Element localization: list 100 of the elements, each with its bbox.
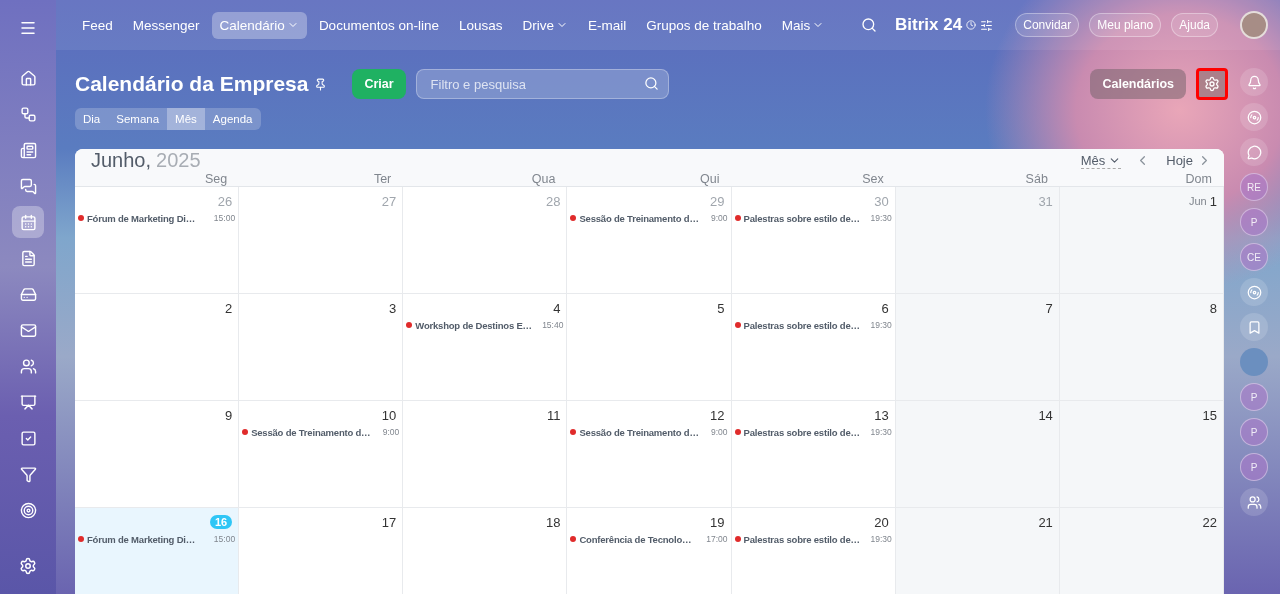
nav-tab[interactable]: E-mail (580, 11, 635, 39)
day-number: 26 (217, 193, 233, 209)
day-number: 9 (224, 407, 233, 423)
event-title[interactable]: Fórum de Marketing Di… (87, 533, 196, 545)
day-number: 6 (881, 300, 889, 316)
event-time: 9:00 (711, 427, 728, 437)
day-number: 14 (1038, 407, 1053, 423)
event-time: 19:30 (870, 320, 892, 330)
calendars-button[interactable]: Calendários (1090, 69, 1186, 99)
sidebar-item[interactable] (12, 206, 44, 238)
user-avatar[interactable] (1240, 11, 1268, 39)
search-icon[interactable] (861, 17, 878, 33)
checkbox-icon (19, 429, 37, 447)
view-select[interactable]: Mês (1080, 152, 1122, 169)
chat-icon (1246, 144, 1262, 160)
day-cell[interactable]: 26 Fórum de Marketing Di… 15:00 (75, 187, 240, 294)
settings-icon (19, 557, 37, 575)
day-cell[interactable]: 4 Workshop de Destinos E… 15:40 (403, 294, 568, 401)
sidebar-button[interactable] (1240, 68, 1268, 96)
nav-tab[interactable]: Lousas (450, 11, 511, 39)
event-title[interactable]: Fórum de Marketing Di… (87, 212, 196, 224)
page-title: Calendário da Empresa (75, 72, 309, 96)
day-number: 10 (381, 407, 397, 423)
day-number: 18 (545, 514, 561, 530)
day-cell[interactable]: 5 (567, 294, 732, 401)
today-badge: 16 (209, 515, 233, 529)
workflow-icon (19, 105, 37, 123)
day-number: 20 (874, 514, 889, 530)
clock-icon (966, 20, 977, 30)
settings-button[interactable] (1196, 68, 1228, 100)
drive-icon (19, 285, 37, 303)
event-title[interactable]: Palestras sobre estilo de… (743, 319, 860, 331)
bell-icon (1246, 74, 1262, 90)
day-number: 27 (381, 193, 397, 209)
event-time: 15:00 (213, 534, 236, 544)
day-cell[interactable]: 3 (239, 294, 404, 401)
target-icon (19, 501, 37, 519)
day-cell[interactable]: 11 (403, 401, 568, 508)
day-number: 19 (710, 514, 725, 530)
event-time: 17:00 (706, 534, 728, 544)
day-number: 22 (1202, 514, 1217, 530)
event-title[interactable]: Conferência de Tecnolo… (579, 533, 692, 545)
day-cell[interactable]: 30 Palestras sobre estilo de… 19:30 (731, 187, 896, 294)
event-title[interactable]: Palestras sobre estilo de… (743, 426, 860, 438)
mail-icon (19, 321, 37, 339)
weekday-label: Qui (699, 172, 721, 186)
nav-tab[interactable]: Grupos de trabalho (638, 11, 770, 39)
nav-tab[interactable]: Documentos on-line (310, 11, 447, 39)
day-cell[interactable]: 12 Sessão de Treinamento d… 9:00 (567, 401, 732, 508)
day-cell[interactable]: 9 (75, 401, 240, 508)
event-title[interactable]: Sessão de Treinamento d… (251, 426, 371, 438)
users-icon (19, 357, 37, 375)
day-cell[interactable]: 6 Palestras sobre estilo de… 19:30 (731, 294, 896, 401)
day-number: 7 (1045, 300, 1053, 316)
day-cell[interactable]: 10 Sessão de Treinamento d… 9:00 (239, 401, 404, 508)
nav-tab[interactable]: Drive (514, 11, 576, 39)
day-cell[interactable]: 14 (895, 401, 1060, 508)
event-time: 15:40 (542, 320, 564, 330)
sidebar-button[interactable] (1240, 488, 1268, 516)
sidebar-button[interactable] (1240, 278, 1268, 306)
day-cell[interactable]: 7 (895, 294, 1060, 401)
event-title[interactable]: Sessão de Treinamento d… (579, 212, 699, 224)
sidebar-button[interactable] (1240, 313, 1268, 341)
calendar-icon (19, 213, 37, 231)
day-cell[interactable]: 19 Conferência de Tecnolo… 17:00 (567, 508, 732, 594)
day-cell[interactable]: 16 Fórum de Marketing Di… 15:00 (75, 508, 240, 594)
day-cell[interactable]: 29 Sessão de Treinamento d… 9:00 (567, 187, 732, 294)
day-cell[interactable]: 13 Palestras sobre estilo de… 19:30 (731, 401, 896, 508)
event-title[interactable]: Palestras sobre estilo de… (743, 212, 860, 224)
spiral-icon (1246, 284, 1262, 300)
weekday-label: Qua (530, 172, 557, 186)
weekday-label: Seg (203, 172, 229, 186)
day-cell[interactable]: 2 (75, 294, 240, 401)
day-cell[interactable]: 8 (1059, 294, 1224, 401)
sliders-icon[interactable] (980, 18, 994, 32)
event-title[interactable]: Workshop de Destinos E… (415, 319, 532, 331)
sidebar-button[interactable] (1240, 103, 1268, 131)
nav-tab[interactable]: Feed (74, 11, 121, 39)
spiral-icon (1246, 109, 1262, 125)
day-cell[interactable]: 21 (895, 508, 1060, 594)
home-icon (19, 69, 37, 87)
menu-icon (19, 19, 37, 37)
day-number: 5 (717, 300, 725, 316)
pin-icon[interactable] (314, 77, 328, 91)
event-title[interactable]: Palestras sobre estilo de… (743, 533, 860, 545)
presentation-board-icon (19, 393, 37, 411)
weekday-label: Sex (861, 172, 885, 186)
day-cell[interactable]: 15 (1059, 401, 1224, 508)
weekday-label: Sáb (1024, 172, 1049, 186)
event-time: 9:00 (382, 427, 400, 437)
day-number: 11 (546, 407, 561, 423)
nav-tab[interactable]: Messenger (124, 11, 208, 39)
nav-tab[interactable]: Mais (773, 11, 833, 39)
day-number: 8 (1209, 300, 1217, 316)
day-cell[interactable]: Jun 1 (1059, 187, 1224, 294)
event-title[interactable]: Sessão de Treinamento d… (579, 426, 699, 438)
day-number: 28 (545, 193, 561, 209)
sidebar-button[interactable] (1240, 138, 1268, 166)
today-button[interactable]: Hoje (1162, 153, 1197, 168)
day-cell[interactable]: 22 (1059, 508, 1224, 594)
